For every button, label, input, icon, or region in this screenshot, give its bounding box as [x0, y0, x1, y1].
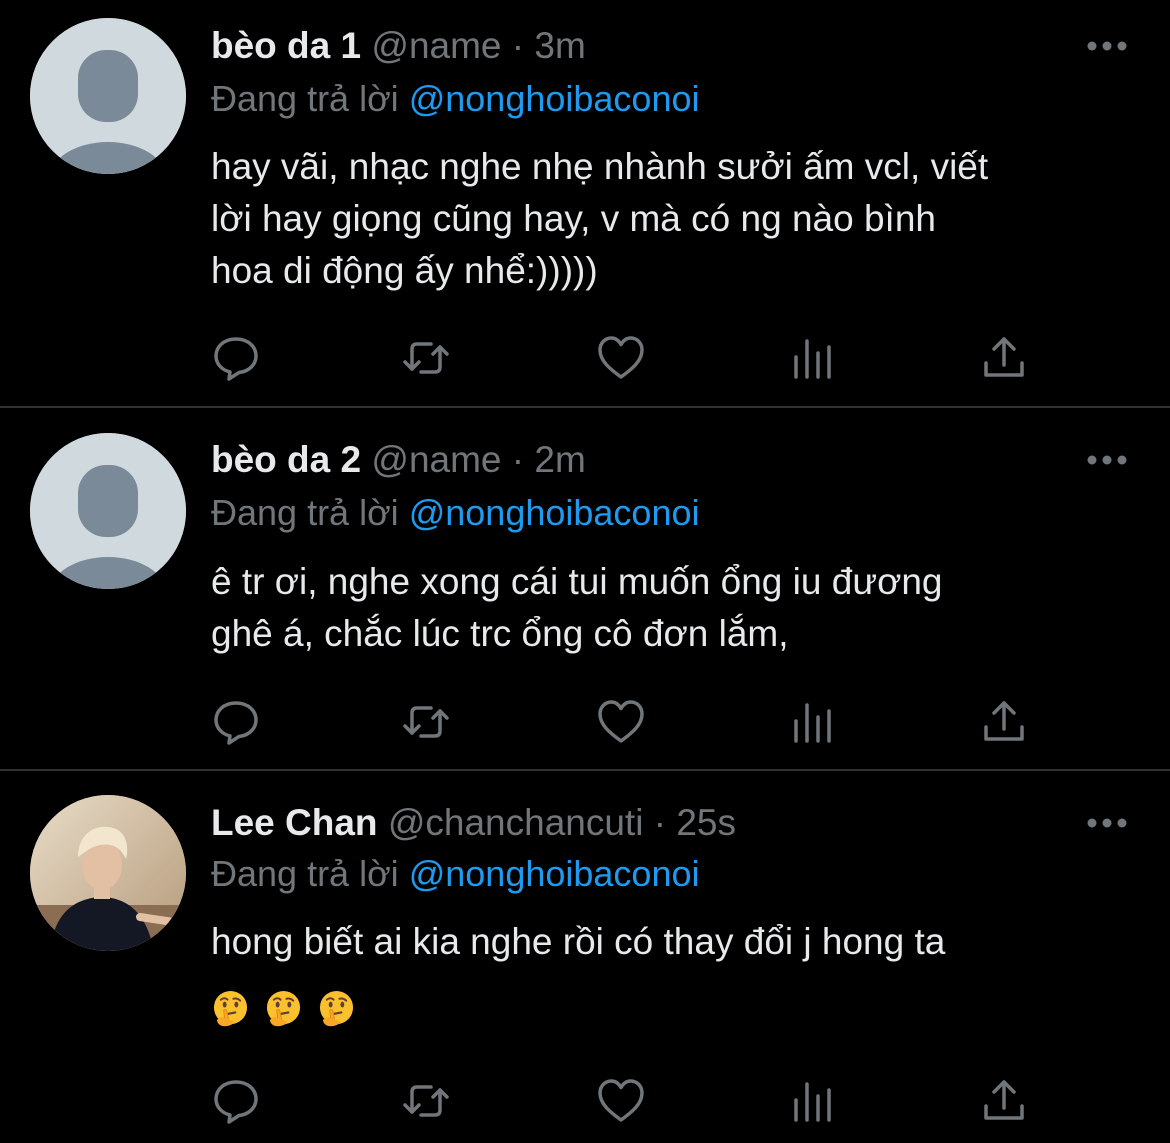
tweet-actions	[211, 697, 1041, 747]
tweet-actions	[211, 1076, 1041, 1126]
tweet-text: hay vãi, nhạc nghe nhẹ nhành sưởi ấm vcl…	[211, 146, 989, 291]
user-handle[interactable]: @chanchancuti	[388, 802, 644, 843]
heart-icon[interactable]	[596, 333, 646, 383]
tweet[interactable]: Lee Chan @chanchancuti · 25s Đang trả lờ…	[0, 771, 1170, 1143]
profile-photo[interactable]	[30, 795, 186, 951]
more-dots-icon[interactable]	[1086, 36, 1128, 56]
analytics-icon[interactable]	[788, 1076, 838, 1126]
heart-icon[interactable]	[596, 1076, 646, 1126]
separator: ·	[511, 439, 525, 480]
reply-icon[interactable]	[211, 333, 261, 383]
share-icon[interactable]	[979, 1076, 1029, 1126]
retweet-icon[interactable]	[401, 1076, 451, 1126]
thinking-face-emoji	[319, 990, 354, 1027]
separator: ·	[653, 802, 667, 843]
replying-to-label: Đang trả lời	[211, 78, 399, 119]
tweet[interactable]: bèo da 2 @name · 2m Đang trả lời @nongho…	[0, 408, 1170, 769]
display-name[interactable]: bèo da 2	[211, 439, 361, 480]
user-handle[interactable]: @name	[371, 439, 501, 480]
reply-icon[interactable]	[211, 1076, 261, 1126]
mention-link[interactable]: @nonghoibaconoi	[409, 853, 700, 894]
thinking-face-emoji	[213, 990, 248, 1027]
user-handle[interactable]: @name	[371, 25, 501, 66]
separator: ·	[511, 25, 525, 66]
share-icon[interactable]	[979, 697, 1029, 747]
tweet-text: ê tr ơi, nghe xong cái tui muốn ổng iu đ…	[211, 561, 943, 654]
replying-to-line: Đang trả lời @nonghoibaconoi	[211, 488, 699, 538]
share-icon[interactable]	[979, 333, 1029, 383]
timestamp[interactable]: 3m	[534, 25, 585, 66]
analytics-icon[interactable]	[788, 333, 838, 383]
replying-to-line: Đang trả lời @nonghoibaconoi	[211, 74, 699, 124]
tweet-text: hong biết ai kia nghe rồi có thay đổi j …	[211, 921, 946, 962]
display-name[interactable]: Lee Chan	[211, 802, 378, 843]
mention-link[interactable]: @nonghoibaconoi	[409, 78, 700, 119]
tweet[interactable]: bèo da 1 @name · 3m Đang trả lời @nongho…	[0, 0, 1170, 406]
thinking-face-emoji	[266, 990, 301, 1027]
retweet-icon[interactable]	[401, 697, 451, 747]
emoji-row	[211, 983, 356, 1035]
mention-link[interactable]: @nonghoibaconoi	[409, 492, 700, 533]
replying-to-line: Đang trả lời @nonghoibaconoi	[211, 849, 699, 899]
default-avatar-icon[interactable]	[30, 433, 186, 589]
default-avatar-icon[interactable]	[30, 18, 186, 174]
display-name[interactable]: bèo da 1	[211, 25, 361, 66]
analytics-icon[interactable]	[788, 697, 838, 747]
timestamp[interactable]: 2m	[534, 439, 585, 480]
more-dots-icon[interactable]	[1086, 813, 1128, 833]
retweet-icon[interactable]	[401, 333, 451, 383]
tweet-header: bèo da 1 @name · 3m	[211, 21, 586, 71]
reply-icon[interactable]	[211, 697, 261, 747]
tweet-header: Lee Chan @chanchancuti · 25s	[211, 798, 736, 848]
more-dots-icon[interactable]	[1086, 450, 1128, 470]
tweet-header: bèo da 2 @name · 2m	[211, 435, 586, 485]
replying-to-label: Đang trả lời	[211, 492, 399, 533]
heart-icon[interactable]	[596, 697, 646, 747]
replying-to-label: Đang trả lời	[211, 853, 399, 894]
timestamp[interactable]: 25s	[676, 802, 736, 843]
tweet-actions	[211, 333, 1041, 383]
